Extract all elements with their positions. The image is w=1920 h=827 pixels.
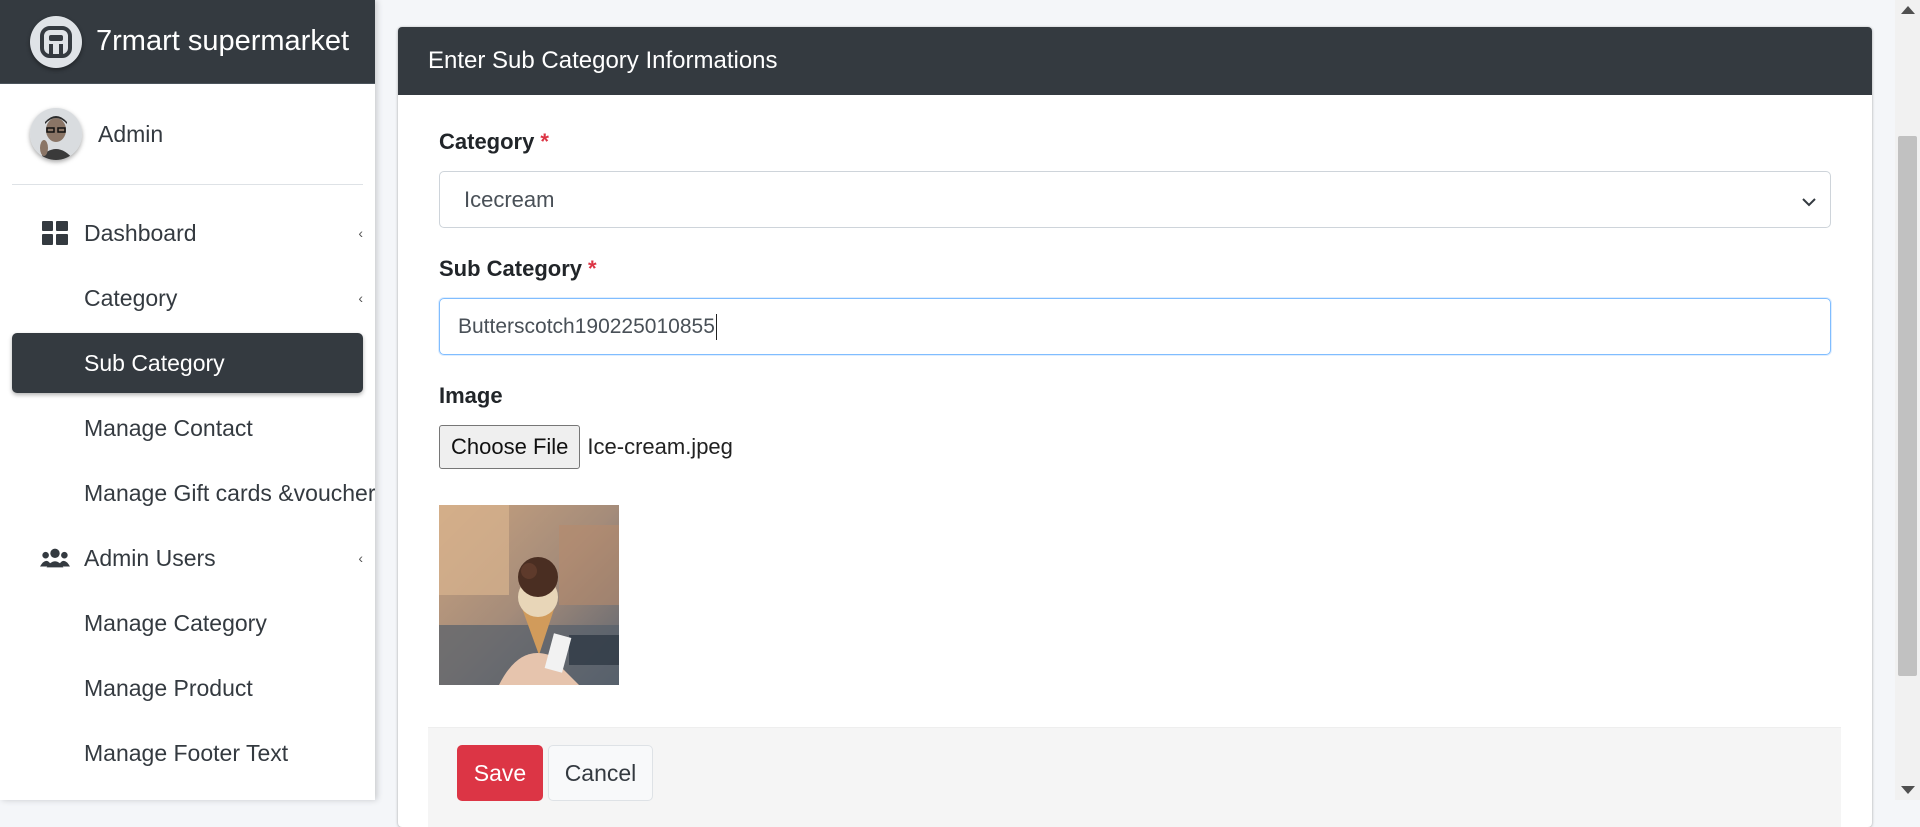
sidebar: 7rmart supermarket Admin Dashboard ‹ Cat… <box>0 0 375 800</box>
category-selected-value: Icecream <box>464 186 555 212</box>
sidebar-item-manage-footer-text[interactable]: Manage Footer Text <box>12 723 363 783</box>
image-label: Image <box>439 383 503 408</box>
sidebar-item-manage-product[interactable]: Manage Product <box>12 658 363 718</box>
sidebar-item-label: Manage Gift cards &voucher <box>84 479 375 506</box>
sub-category-input[interactable]: Butterscotch190225010855 <box>439 298 1831 355</box>
chevron-left-icon: ‹ <box>358 290 363 306</box>
required-mark: * <box>540 129 549 154</box>
grid-icon <box>40 218 70 248</box>
users-icon <box>40 543 70 573</box>
scroll-down-arrow-icon[interactable] <box>1901 786 1915 794</box>
save-button[interactable]: Save <box>457 745 543 801</box>
sidebar-item-label: Manage Product <box>84 674 253 701</box>
sidebar-item-manage-gift-cards[interactable]: Manage Gift cards &voucher <box>12 463 375 523</box>
sidebar-item-manage-contact[interactable]: Manage Contact <box>12 398 363 458</box>
text-cursor <box>715 313 717 340</box>
required-mark: * <box>588 256 597 281</box>
page-scrollbar[interactable] <box>1895 0 1920 800</box>
sidebar-item-label: Category <box>84 284 178 311</box>
user-panel: Admin <box>12 84 363 185</box>
user-name[interactable]: Admin <box>98 121 163 148</box>
chevron-left-icon: ‹ <box>358 550 363 566</box>
image-preview <box>439 505 619 685</box>
scrollbar-thumb[interactable] <box>1898 136 1917 676</box>
sidebar-item-label: Manage Contact <box>84 414 253 441</box>
chevron-down-icon <box>1802 187 1816 213</box>
sub-category-value: Butterscotch190225010855 <box>458 314 715 338</box>
sidebar-item-admin-users[interactable]: Admin Users ‹ <box>12 528 363 588</box>
card-title: Enter Sub Category Informations <box>398 27 1872 95</box>
category-select[interactable]: Icecream <box>439 171 1831 228</box>
sidebar-item-label: Manage Category <box>84 609 267 636</box>
sub-category-form-card: Enter Sub Category Informations Category… <box>398 27 1872 827</box>
choose-file-button[interactable]: Choose File <box>439 425 581 469</box>
sidebar-item-category[interactable]: Category ‹ <box>12 268 363 328</box>
sidebar-item-sub-category[interactable]: Sub Category <box>12 333 363 393</box>
chevron-left-icon: ‹ <box>358 225 363 241</box>
file-name: Ice-cream.jpeg <box>587 434 733 459</box>
user-avatar[interactable] <box>30 108 82 160</box>
sidebar-item-manage-category[interactable]: Manage Category <box>12 593 363 653</box>
brand-link[interactable]: 7rmart supermarket <box>0 0 375 84</box>
sidebar-item-label: Manage Footer Text <box>84 739 289 766</box>
brand-name: 7rmart supermarket <box>96 25 350 57</box>
category-label: Category * <box>439 129 549 154</box>
sub-category-label: Sub Category * <box>439 256 597 281</box>
card-footer: Save Cancel <box>428 727 1841 827</box>
sidebar-nav: Dashboard ‹ Category ‹ Sub Category Mana… <box>0 185 375 783</box>
sidebar-item-dashboard[interactable]: Dashboard ‹ <box>12 203 363 263</box>
sidebar-item-label: Sub Category <box>84 349 225 376</box>
sidebar-item-label: Admin Users <box>84 544 216 571</box>
file-input[interactable]: Choose File Ice-cream.jpeg <box>439 425 1832 469</box>
form-body: Category * Icecream Sub Category * Butters… <box>398 95 1872 685</box>
scroll-up-arrow-icon[interactable] <box>1901 6 1915 14</box>
app-logo-icon <box>30 15 82 68</box>
sidebar-item-label: Dashboard <box>84 219 197 246</box>
cancel-button[interactable]: Cancel <box>548 745 653 801</box>
